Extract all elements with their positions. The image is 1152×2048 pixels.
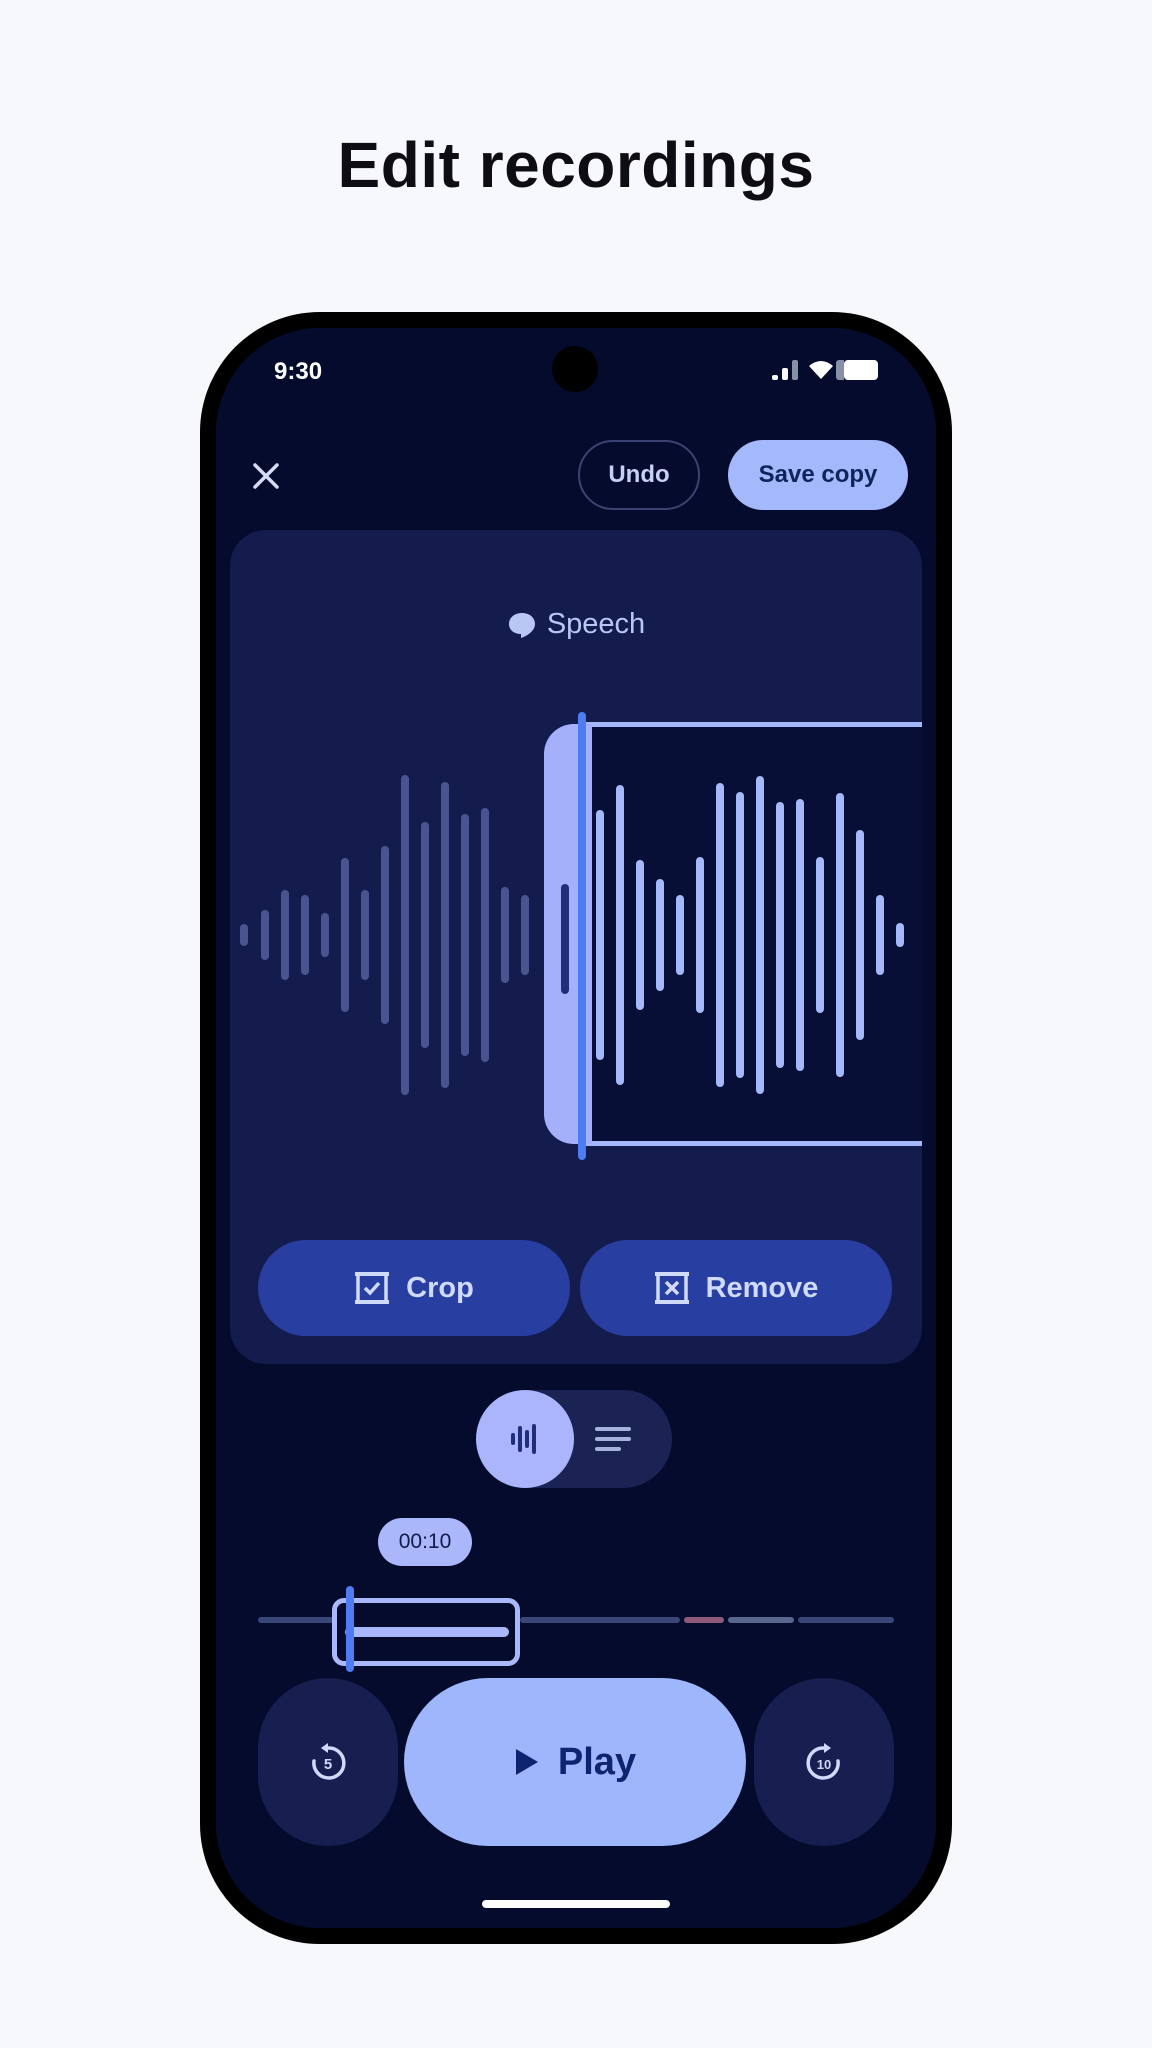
waveform-bar — [281, 890, 289, 980]
phone-frame: 9:30 Undo Save copy Speech Crop Remove 0… — [200, 312, 952, 1944]
play-icon — [515, 1749, 538, 1775]
speech-text: Speech — [546, 608, 646, 640]
waveform-bar — [501, 887, 509, 983]
waveform-bar-selected — [756, 776, 764, 1094]
waveform-bar-selected — [616, 785, 624, 1085]
waveform-bar-selected — [776, 802, 784, 1068]
timeline-segment — [798, 1617, 894, 1623]
editor-card: Speech Crop Remove — [230, 530, 922, 1364]
waveform-bar — [401, 775, 409, 1095]
speech-bubble-icon — [508, 612, 535, 638]
playhead-cursor[interactable] — [578, 712, 586, 1160]
forward-10-icon: 10 — [806, 1743, 840, 1780]
waveform-bar-selected — [716, 783, 724, 1087]
waveform-bar-selected — [896, 923, 904, 947]
app-screen: 9:30 Undo Save copy Speech Crop Remove 0… — [216, 328, 936, 1928]
timeline-playhead[interactable] — [346, 1586, 354, 1672]
timeline-segment — [728, 1617, 794, 1623]
remove-icon — [654, 1272, 689, 1304]
close-icon — [253, 463, 279, 489]
save-copy-button[interactable]: Save copy — [728, 440, 908, 510]
rewind-5-icon: 5 — [312, 1743, 346, 1780]
waveform-bar-selected — [856, 830, 864, 1040]
waveform-bar — [321, 913, 329, 957]
waveform-bar — [240, 924, 248, 946]
crop-button[interactable]: Crop — [258, 1240, 570, 1336]
play-label: Play — [557, 1740, 637, 1783]
waveform-bar — [441, 782, 449, 1088]
status-time: 9:30 — [274, 358, 323, 385]
waveform-bar — [381, 846, 389, 1024]
waveform-bar-selected — [796, 799, 804, 1071]
camera-cutout — [552, 346, 598, 392]
waveform-bar-selected — [876, 895, 884, 975]
waveform-bar-selected — [736, 792, 744, 1078]
status-icons — [772, 360, 878, 380]
speech-label: Speech — [230, 608, 922, 641]
page-headline: Edit recordings — [337, 129, 815, 201]
waveform-bar-selected — [596, 810, 604, 1060]
waveform-bar — [261, 910, 269, 960]
timeline-window-bar — [345, 1627, 509, 1637]
view-toggle — [476, 1390, 672, 1488]
close-button[interactable] — [244, 454, 288, 498]
forward-10-text: 10 — [817, 1757, 831, 1772]
waveform-bar — [461, 814, 469, 1056]
timeline-segment — [258, 1617, 334, 1623]
transcript-view-button[interactable] — [590, 1416, 636, 1462]
home-indicator[interactable] — [482, 1900, 670, 1908]
timeline-view-window[interactable] — [332, 1598, 520, 1666]
rewind-5-text: 5 — [324, 1756, 332, 1773]
forward-10-button[interactable]: 10 — [754, 1678, 894, 1846]
waveform-bar-selected — [656, 879, 664, 991]
waveform-bar-selected — [636, 860, 644, 1010]
waveform-bar — [421, 822, 429, 1048]
waveform-bar — [341, 858, 349, 1012]
waveform-bar-selected — [676, 895, 684, 975]
waveform-bar-selected — [816, 857, 824, 1013]
crop-label: Crop — [406, 1271, 474, 1304]
remove-button[interactable]: Remove — [580, 1240, 892, 1336]
timeline-time-chip: 00:10 — [378, 1518, 472, 1566]
crop-icon — [355, 1272, 390, 1304]
waveform-view-button[interactable] — [476, 1390, 574, 1488]
rewind-5-button[interactable]: 5 — [258, 1678, 398, 1846]
remove-label: Remove — [705, 1271, 819, 1304]
waveform-bar-selected — [836, 793, 844, 1077]
waveform-bar — [481, 808, 489, 1062]
waveform-bar — [521, 895, 529, 975]
undo-button[interactable]: Undo — [578, 440, 700, 510]
waveform-icon — [511, 1424, 536, 1454]
waveform-bar — [361, 890, 369, 980]
play-button[interactable]: Play — [404, 1678, 746, 1846]
timeline-marker-segment — [684, 1617, 724, 1623]
transcript-icon — [595, 1427, 631, 1451]
handle-grip — [561, 884, 569, 994]
timeline-segment — [520, 1617, 680, 1623]
waveform-bar-selected — [696, 857, 704, 1013]
waveform-bar — [301, 895, 309, 975]
signal-icon — [772, 360, 798, 380]
battery-icon — [836, 360, 878, 380]
wifi-icon — [809, 361, 833, 379]
